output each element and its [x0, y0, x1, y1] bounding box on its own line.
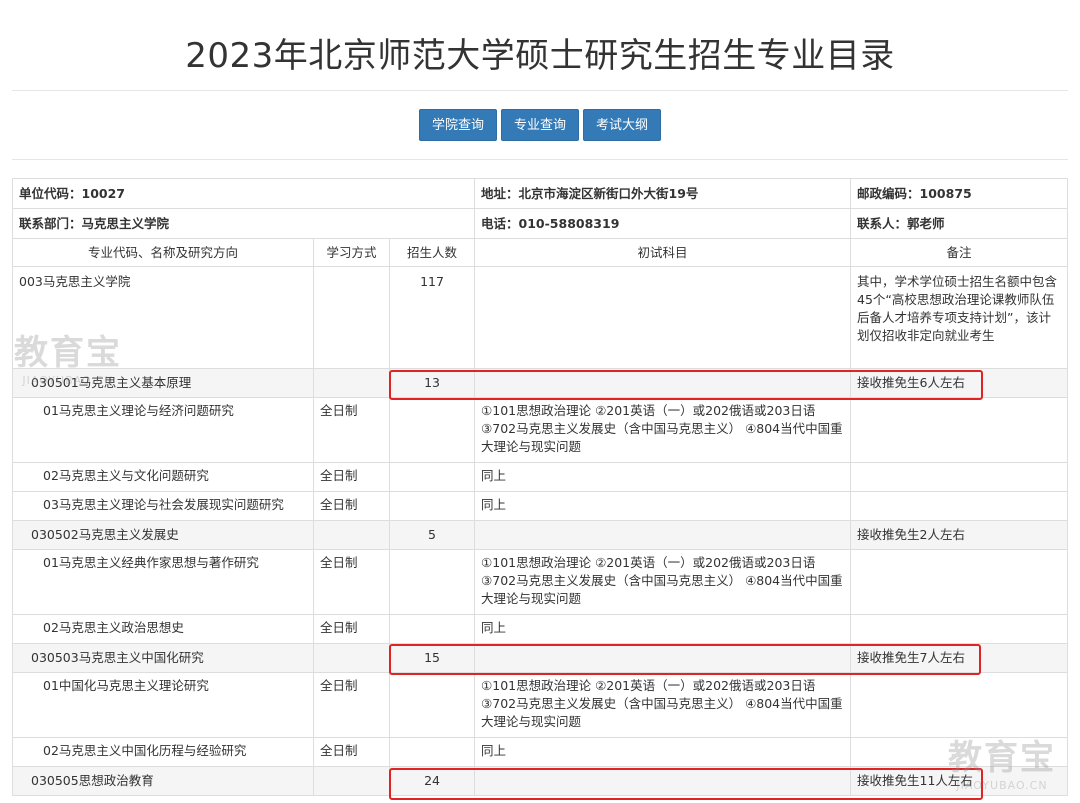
exam-subjects: ①101思想政治理论 ②201英语（一）或202俄语或203日语 ③702马克思…: [474, 549, 852, 615]
query-button-bar: 学院查询 专业查询 考试大纲: [0, 109, 1080, 141]
direction-name: 02马克思主义政治思想史: [12, 614, 314, 644]
exam-subjects: 同上: [474, 614, 852, 644]
divider: [12, 159, 1068, 160]
table-row: 03马克思主义理论与社会发展现实问题研究 全日制 同上: [12, 491, 1069, 521]
major-remark: 接收推免生11人左右: [850, 766, 1069, 796]
direction-name: 02马克思主义与文化问题研究: [12, 462, 314, 492]
study-mode: 全日制: [313, 614, 390, 644]
phone: 电话：010-58808319: [474, 208, 852, 239]
header-mode: 学习方式: [313, 238, 390, 267]
header-major: 专业代码、名称及研究方向: [12, 238, 314, 267]
department: 联系部门：马克思主义学院: [11, 208, 476, 239]
college-query-button[interactable]: 学院查询: [418, 109, 497, 141]
study-mode: 全日制: [313, 549, 390, 615]
major-query-button[interactable]: 专业查询: [500, 109, 579, 141]
table-row: 01中国化马克思主义理论研究 全日制 ①101思想政治理论 ②201英语（一）或…: [12, 672, 1069, 738]
major-count: 15: [388, 643, 476, 673]
divider: [12, 90, 1068, 91]
major-count: 13: [388, 368, 476, 398]
exam-subjects: 同上: [474, 737, 852, 767]
study-mode: 全日制: [313, 491, 390, 521]
major-name: 030503马克思主义中国化研究: [12, 643, 314, 673]
direction-name: 01马克思主义经典作家思想与著作研究: [12, 549, 314, 615]
info-row: 联系部门：马克思主义学院 电话：010-58808319 联系人：郭老师: [11, 208, 1069, 239]
direction-name: 01马克思主义理论与经济问题研究: [12, 397, 314, 463]
table-row: 030505思想政治教育 24 接收推免生11人左右: [12, 766, 1069, 796]
unit-code: 单位代码：10027: [11, 178, 476, 209]
direction-name: 03马克思主义理论与社会发展现实问题研究: [12, 491, 314, 521]
postcode: 邮政编码：100875: [850, 178, 1069, 209]
header-row: 专业代码、名称及研究方向 学习方式 招生人数 初试科目 备注: [12, 238, 1069, 267]
address: 地址：北京市海淀区新街口外大街19号: [474, 178, 852, 209]
major-count: 24: [388, 766, 476, 796]
study-mode: 全日制: [313, 397, 390, 463]
header-count: 招生人数: [388, 238, 476, 267]
major-remark: 接收推免生6人左右: [850, 368, 1069, 398]
direction-name: 02马克思主义中国化历程与经验研究: [12, 737, 314, 767]
exam-subjects: ①101思想政治理论 ②201英语（一）或202俄语或203日语 ③702马克思…: [474, 672, 852, 738]
header-subjects: 初试科目: [474, 238, 852, 267]
direction-name: 01中国化马克思主义理论研究: [12, 672, 314, 738]
contact: 联系人：郭老师: [850, 208, 1069, 239]
major-remark: 接收推免生2人左右: [850, 520, 1069, 550]
exam-subjects: 同上: [474, 462, 852, 492]
table-row: 01马克思主义经典作家思想与著作研究 全日制 ①101思想政治理论 ②201英语…: [12, 549, 1069, 615]
major-name: 030505思想政治教育: [12, 766, 314, 796]
exam-subjects: ①101思想政治理论 ②201英语（一）或202俄语或203日语 ③702马克思…: [474, 397, 852, 463]
study-mode: 全日制: [313, 462, 390, 492]
table-row: 030503马克思主义中国化研究 15 接收推免生7人左右: [12, 643, 1069, 673]
header-remark: 备注: [850, 238, 1069, 267]
info-row: 单位代码：10027 地址：北京市海淀区新街口外大街19号 邮政编码：10087…: [11, 178, 1069, 209]
table-row: 003马克思主义学院 117 其中，学术学位硕士招生名额中包含45个“高校思想政…: [12, 266, 1069, 369]
school-remark: 其中，学术学位硕士招生名额中包含45个“高校思想政治理论课教师队伍后备人才培养专…: [850, 266, 1069, 369]
table-row: 030502马克思主义发展史 5 接收推免生2人左右: [12, 520, 1069, 550]
study-mode: 全日制: [313, 737, 390, 767]
major-name: 030502马克思主义发展史: [12, 520, 314, 550]
school-count: 117: [388, 266, 476, 369]
table-row: 02马克思主义与文化问题研究 全日制 同上: [12, 462, 1069, 492]
table-row: 030501马克思主义基本原理 13 接收推免生6人左右: [12, 368, 1069, 398]
table-row: 01马克思主义理论与经济问题研究 全日制 ①101思想政治理论 ②201英语（一…: [12, 397, 1069, 463]
table-row: 02马克思主义中国化历程与经验研究 全日制 同上: [12, 737, 1069, 767]
major-name: 030501马克思主义基本原理: [12, 368, 314, 398]
major-remark: 接收推免生7人左右: [850, 643, 1069, 673]
exam-subjects: 同上: [474, 491, 852, 521]
page-title: 2023年北京师范大学硕士研究生招生专业目录: [185, 36, 895, 76]
study-mode: 全日制: [313, 672, 390, 738]
major-count: 5: [388, 520, 476, 550]
exam-syllabus-button[interactable]: 考试大纲: [583, 109, 662, 141]
school-name: 003马克思主义学院: [12, 266, 314, 369]
major-catalog-table: 单位代码：10027 地址：北京市海淀区新街口外大街19号 邮政编码：10087…: [11, 178, 1069, 796]
table-row: 02马克思主义政治思想史 全日制 同上: [12, 614, 1069, 644]
